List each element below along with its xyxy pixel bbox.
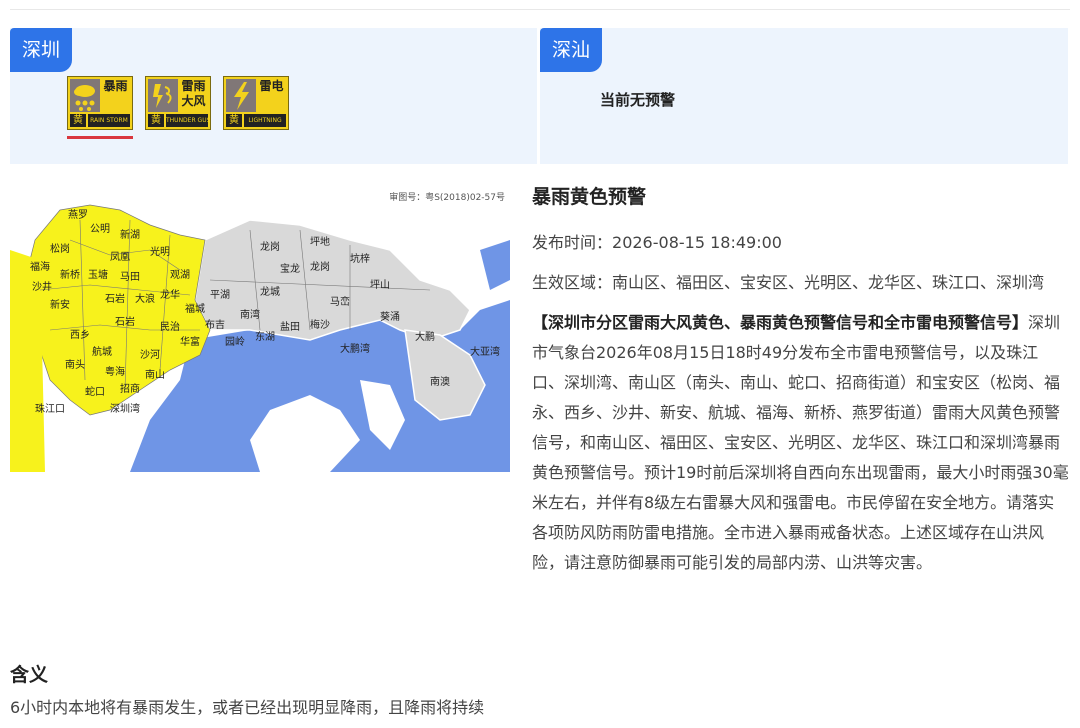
map-label: 南湾 xyxy=(240,308,260,321)
warning-name: 雷雨大风 xyxy=(181,79,206,108)
map-label: 华富 xyxy=(180,335,200,348)
map-label: 沙井 xyxy=(32,280,52,293)
map-label: 龙华 xyxy=(160,288,180,301)
effective-area-row: 生效区域：南山区、福田区、宝安区、光明区、龙华区、珠江口、深圳湾 xyxy=(532,268,1070,298)
warning-name: 雷电 xyxy=(259,79,284,93)
map-label: 航城 xyxy=(92,345,112,358)
map-approval-number: 审图号：粤S(2018)02-57号 xyxy=(389,191,505,203)
map-label: 新湖 xyxy=(120,228,140,241)
warning-map-svg: 燕罗 公明 新湖 松岗 福海 凤凰 光明 沙井 新桥 玉塘 马田 观湖 龙城 坪… xyxy=(10,191,510,472)
map-label: 粤海 xyxy=(105,365,125,378)
publish-time-label: 发布时间： xyxy=(532,233,613,252)
meaning-title: 含义 xyxy=(10,664,49,686)
map-label: 沙河 xyxy=(140,349,160,361)
warning-level: 黄 xyxy=(148,114,164,127)
warning-english-name: LIGHTNING xyxy=(244,114,286,127)
map-label: 民治 xyxy=(160,320,180,333)
map-label: 宝龙 xyxy=(280,262,300,275)
map-label: 南山 xyxy=(145,368,165,381)
map-label: 坪山 xyxy=(370,278,390,291)
map-label: 园岭 xyxy=(225,335,245,348)
map-label: 珠江口 xyxy=(35,402,65,415)
map-label: 梅沙 xyxy=(310,318,330,331)
map-label: 盐田 xyxy=(280,320,300,333)
warning-body: 深圳市气象台2026年08月15日18时49分发布全市雷电预警信号，以及珠江口、… xyxy=(532,313,1069,572)
map-label: 福城 xyxy=(185,302,205,315)
map-label: 燕罗 xyxy=(68,209,88,221)
map-label: 玉塘 xyxy=(88,268,108,281)
map-label: 招商 xyxy=(120,382,140,395)
effective-area-label: 生效区域： xyxy=(532,273,613,292)
map-label: 观湖 xyxy=(170,269,190,281)
map-label: 大亚湾 xyxy=(470,345,500,358)
thunder-gust-warning-button[interactable]: 雷雨大风 黄 THUNDER GUST xyxy=(145,76,211,130)
map-label: 大鹏 xyxy=(415,330,435,343)
warning-title: 暴雨黄色预警 xyxy=(532,186,647,208)
map-label: 公明 xyxy=(90,223,110,235)
effective-area-value: 南山区、福田区、宝安区、光明区、龙华区、珠江口、深圳湾 xyxy=(612,273,1045,292)
map-label: 西乡 xyxy=(70,329,90,341)
map-label: 龙城 xyxy=(260,285,280,298)
warning-english-name: RAIN STORM xyxy=(88,114,130,127)
map-label: 石岩 xyxy=(115,315,135,328)
shenzhen-warning-panel: 深圳 暴雨 黄 RAIN STORM 雷雨大风 黄 THUNDER GUST 雷… xyxy=(10,28,537,164)
warning-english-name: THUNDER GUST xyxy=(166,114,208,127)
warning-level: 黄 xyxy=(70,114,86,127)
warning-icon-list: 暴雨 黄 RAIN STORM 雷雨大风 黄 THUNDER GUST 雷电 黄… xyxy=(67,76,289,130)
warning-map: 燕罗 公明 新湖 松岗 福海 凤凰 光明 沙井 新桥 玉塘 马田 观湖 龙城 坪… xyxy=(10,180,510,472)
thunder-gust-icon xyxy=(148,79,178,112)
publish-time-row: 发布时间：2026-08-15 18:49:00 xyxy=(532,228,1070,258)
lightning-icon xyxy=(226,79,256,112)
warning-headline: 【深圳市分区雷雨大风黄色、暴雨黄色预警信号和全市雷电预警信号】 xyxy=(532,313,1029,332)
map-label: 葵涌 xyxy=(380,311,400,323)
map-label: 松岗 xyxy=(50,242,70,255)
map-label: 东湖 xyxy=(255,330,275,343)
city-tab-shenshan[interactable]: 深汕 xyxy=(540,28,603,72)
map-label: 南头 xyxy=(65,358,85,371)
map-label: 坑梓 xyxy=(350,252,370,265)
sea-area xyxy=(480,240,510,290)
map-label: 凤凰 xyxy=(110,251,130,263)
map-label: 福海 xyxy=(30,260,50,273)
map-label: 深圳湾 xyxy=(110,402,140,415)
top-divider xyxy=(10,9,1070,10)
map-label: 石岩 xyxy=(105,292,125,305)
map-label: 马峦 xyxy=(330,295,350,308)
map-label: 南澳 xyxy=(430,375,450,388)
map-label: 大浪 xyxy=(135,292,155,305)
map-label: 龙岗 xyxy=(310,260,330,273)
grey-districts xyxy=(194,219,471,341)
rainstorm-warning-button[interactable]: 暴雨 黄 RAIN STORM xyxy=(67,76,133,130)
publish-time-value: 2026-08-15 18:49:00 xyxy=(612,233,782,252)
shenshan-warning-panel: 深汕 当前无预警 xyxy=(540,28,1068,164)
city-tab-shenzhen[interactable]: 深圳 xyxy=(10,28,73,72)
rainstorm-icon xyxy=(70,79,100,112)
map-label: 龙岗 xyxy=(260,240,280,253)
warning-name: 暴雨 xyxy=(103,79,128,93)
warning-detail: 暴雨黄色预警 发布时间：2026-08-15 18:49:00 生效区域：南山区… xyxy=(532,180,1070,578)
map-label: 新安 xyxy=(50,298,70,311)
map-label: 马田 xyxy=(120,271,140,283)
lightning-warning-button[interactable]: 雷电 黄 LIGHTNING xyxy=(223,76,289,130)
map-label: 布吉 xyxy=(205,319,225,331)
map-label: 平湖 xyxy=(210,289,230,301)
active-warning-indicator xyxy=(67,136,133,139)
map-label: 坪地 xyxy=(310,235,330,248)
warning-level: 黄 xyxy=(226,114,242,127)
map-label: 光明 xyxy=(150,245,170,258)
no-warning-text: 当前无预警 xyxy=(600,91,676,109)
warning-content: 【深圳市分区雷雨大风黄色、暴雨黄色预警信号和全市雷电预警信号】深圳市气象台202… xyxy=(532,308,1070,578)
map-label: 蛇口 xyxy=(85,385,105,398)
map-label: 新桥 xyxy=(60,268,80,281)
map-label: 大鹏湾 xyxy=(340,342,370,355)
meaning-text: 6小时内本地将有暴雨发生，或者已经出现明显降雨，且降雨将持续 xyxy=(10,698,485,717)
